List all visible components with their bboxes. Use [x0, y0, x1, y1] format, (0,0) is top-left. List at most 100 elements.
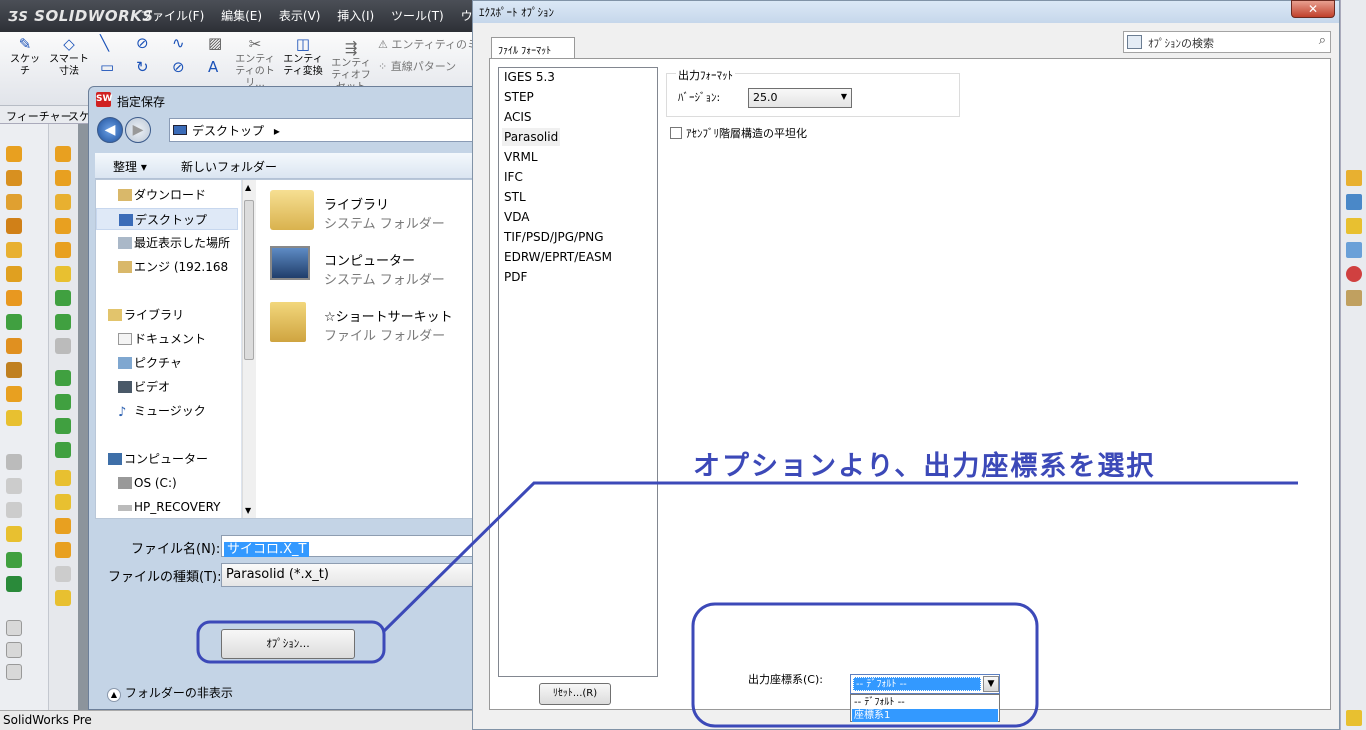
organize-button[interactable]: 整理 ▾: [113, 158, 147, 175]
circle-tool-icon[interactable]: ⊘: [136, 34, 149, 52]
menu-insert[interactable]: 挿入(I): [337, 9, 374, 23]
tree-item-desktop[interactable]: デスクトップ: [96, 208, 238, 230]
menu-file[interactable]: ファイル(F): [140, 9, 204, 23]
revolve-icon[interactable]: [6, 170, 22, 186]
ellipse-tool-icon[interactable]: ⊘: [172, 58, 185, 76]
tool-icon-l[interactable]: [55, 418, 71, 434]
new-folder-button[interactable]: 新しいフォルダー: [181, 158, 277, 175]
output-coordinate-select[interactable]: -- ﾃﾞﾌｫﾙﾄ -- ▼: [850, 674, 1000, 694]
rectangle-tool-icon[interactable]: ▭: [100, 58, 114, 76]
tool-icon-a[interactable]: [55, 146, 71, 162]
tab-file-format[interactable]: ﾌｧｲﾙ ﾌｫｰﾏｯﾄ: [491, 37, 575, 59]
format-item-vrml[interactable]: VRML: [504, 148, 538, 166]
address-box[interactable]: デスクトップ ▸: [169, 118, 481, 142]
rib-icon[interactable]: [6, 338, 22, 354]
search-icon[interactable]: ⌕: [1319, 33, 1326, 48]
spline-tool-icon[interactable]: ∿: [172, 34, 185, 52]
view-icon[interactable]: [6, 620, 22, 636]
view-icon-2[interactable]: [6, 642, 22, 658]
format-item-iges[interactable]: IGES 5.3: [504, 68, 555, 86]
list-item[interactable]: ☆ショートサーキット ファイル フォルダー: [270, 300, 490, 350]
tree-item-network-share[interactable]: エンジ (192.168: [96, 256, 238, 278]
menu-tools[interactable]: ツール(T): [391, 9, 444, 23]
tool-icon-r[interactable]: [55, 566, 71, 582]
reference-geometry-icon[interactable]: [6, 478, 22, 494]
trim-entities-button[interactable]: ✂ エンティティのトリ...: [232, 36, 278, 90]
flatten-assembly-checkbox[interactable]: [670, 127, 682, 139]
reset-button[interactable]: ﾘｾｯﾄ...(R): [539, 683, 611, 705]
scroll-up-icon[interactable]: ▲: [245, 183, 251, 192]
close-button[interactable]: ✕: [1291, 0, 1335, 18]
text-tool-icon[interactable]: A: [208, 58, 218, 76]
smart-dimension-button[interactable]: ◇ スマート寸法: [46, 36, 92, 78]
format-item-edrw[interactable]: EDRW/EPRT/EASM: [504, 248, 612, 266]
tool-icon-k[interactable]: [55, 394, 71, 410]
list-item[interactable]: ライブラリ システム フォルダー: [270, 188, 490, 238]
version-select[interactable]: 25.0 ▼: [748, 88, 852, 108]
linear-pattern-button[interactable]: ⁘ 直線パターン: [378, 58, 456, 74]
wrap-icon[interactable]: [6, 410, 22, 426]
tool-icon-s[interactable]: [55, 590, 71, 606]
tree-item-pictures[interactable]: ピクチャ: [96, 352, 238, 374]
fillet-icon[interactable]: [6, 290, 22, 306]
tool-icon-g[interactable]: [55, 290, 71, 306]
tool-icon-e[interactable]: [55, 242, 71, 258]
coord-option-default[interactable]: -- ﾃﾞﾌｫﾙﾄ --: [852, 696, 998, 709]
pattern-icon[interactable]: [6, 314, 22, 330]
format-item-parasolid[interactable]: Parasolid: [502, 128, 561, 146]
format-item-ifc[interactable]: IFC: [504, 168, 523, 186]
tab-features[interactable]: フィーチャー: [6, 108, 72, 124]
arc-tool-icon[interactable]: ↻: [136, 58, 149, 76]
tool-icon-h[interactable]: [55, 314, 71, 330]
appearances-icon[interactable]: [1346, 266, 1362, 282]
tree-item-os-drive[interactable]: OS (C:): [96, 472, 238, 494]
line-tool-icon[interactable]: ╲: [100, 34, 109, 52]
view-icon-3[interactable]: [6, 664, 22, 680]
tool-icon-b[interactable]: [55, 170, 71, 186]
format-item-step[interactable]: STEP: [504, 88, 534, 106]
tag-icon[interactable]: [1346, 710, 1362, 726]
file-explorer-icon[interactable]: [1346, 218, 1362, 234]
menu-edit[interactable]: 編集(E): [221, 9, 262, 23]
cut-icon[interactable]: [6, 266, 22, 282]
tool-icon-c[interactable]: [55, 194, 71, 210]
design-library-icon[interactable]: [1346, 194, 1362, 210]
tab-sketch[interactable]: スケ: [68, 108, 90, 124]
options-search-input[interactable]: ｵﾌﾟｼｮﾝの検索 ⌕: [1123, 31, 1331, 53]
custom-properties-icon[interactable]: [1346, 290, 1362, 306]
tree-item-videos[interactable]: ビデオ: [96, 376, 238, 398]
tool-icon-p[interactable]: [55, 518, 71, 534]
dimension-icon[interactable]: [6, 576, 22, 592]
loft-icon[interactable]: [6, 218, 22, 234]
options-button[interactable]: ｵﾌﾟｼｮﾝ...: [221, 629, 355, 659]
pattern-tool-icon[interactable]: ▨: [208, 34, 222, 52]
boundary-icon[interactable]: [6, 242, 22, 258]
view-palette-icon[interactable]: [1346, 242, 1362, 258]
coord-option-system1[interactable]: 座標系1: [852, 709, 998, 722]
back-arrow-icon[interactable]: ◀: [97, 117, 123, 143]
convert-entities-button[interactable]: ◫ エンティティ変換: [280, 36, 326, 78]
forward-arrow-icon[interactable]: ▶: [125, 117, 151, 143]
filename-field[interactable]: サイコロ.X_T: [221, 535, 483, 557]
draft-icon[interactable]: [6, 362, 22, 378]
format-item-image[interactable]: TIF/PSD/JPG/PNG: [504, 228, 604, 246]
tool-icon-m[interactable]: [55, 442, 71, 458]
scroll-down-icon[interactable]: ▼: [245, 506, 251, 515]
list-item[interactable]: コンピューター システム フォルダー: [270, 244, 490, 294]
tool-icon-f[interactable]: [55, 266, 71, 282]
tree-item-downloads[interactable]: ダウンロード: [96, 184, 238, 206]
extrude-icon[interactable]: [6, 146, 22, 162]
breadcrumb-arrow-icon[interactable]: ▸: [274, 124, 280, 138]
filetype-select[interactable]: Parasolid (*.x_t): [221, 563, 483, 587]
tree-item-documents[interactable]: ドキュメント: [96, 328, 238, 350]
chevron-down-icon[interactable]: ▼: [983, 676, 999, 692]
tool-icon-i[interactable]: [55, 338, 71, 354]
tree-item-music[interactable]: ♪ ミュージック: [96, 400, 238, 422]
shell-icon[interactable]: [6, 386, 22, 402]
instant3d-icon[interactable]: [6, 502, 22, 518]
scroll-thumb[interactable]: [244, 200, 254, 360]
format-item-acis[interactable]: ACIS: [504, 108, 532, 126]
tool-icon-d[interactable]: [55, 218, 71, 234]
sweep-icon[interactable]: [6, 194, 22, 210]
home-icon[interactable]: [1346, 170, 1362, 186]
